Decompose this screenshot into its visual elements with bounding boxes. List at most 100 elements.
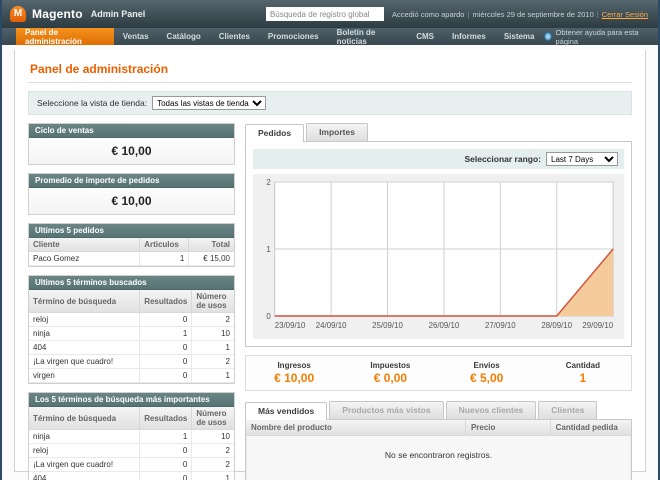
tab-pedidos[interactable]: Pedidos [245, 124, 304, 142]
column-header: Resultados [140, 407, 192, 430]
column-header: Número de usos [192, 407, 234, 430]
table-row[interactable]: virgen01 [29, 369, 234, 383]
magento-logo-icon: M [10, 6, 26, 22]
nav-item-boletin[interactable]: Boletín de noticias [328, 28, 408, 45]
svg-text:28/09/10: 28/09/10 [541, 321, 572, 330]
logo-text: Magento [32, 7, 83, 21]
totals-box: Ingresos € 10,00 Impuestos € 0,00 Envios… [245, 355, 632, 391]
last-search-terms-table: Término de búsqueda Resultados Número de… [29, 290, 234, 383]
svg-text:1: 1 [266, 245, 271, 254]
column-header: Articulos [140, 238, 189, 252]
table-row[interactable]: Paco Gomez 1 € 15,00 [29, 252, 234, 266]
column-header: Número de usos [192, 290, 234, 313]
svg-text:25/09/10: 25/09/10 [372, 321, 403, 330]
table-row[interactable]: ninja110 [29, 430, 234, 444]
last-orders-title: Ultimos 5 pedidos [29, 224, 234, 238]
table-row[interactable]: reloj02 [29, 444, 234, 458]
empty-records-message: No se encontraron registros. [246, 436, 631, 480]
global-search-input[interactable] [266, 7, 384, 21]
svg-text:2: 2 [266, 178, 271, 187]
help-label: Obtener ayuda para esta página [556, 28, 648, 46]
dashboard-left-column: Ciclo de ventas € 10,00 Promedio de impo… [28, 123, 235, 480]
range-select[interactable]: Last 7 Days [546, 152, 618, 166]
column-header: Total [189, 238, 234, 252]
lifetime-sales-box: Ciclo de ventas € 10,00 [28, 123, 235, 165]
bottom-tabs: Más vendidos Productos más vistos Nuevos… [245, 401, 632, 419]
svg-text:0: 0 [266, 312, 271, 321]
last-search-terms-title: Ultimos 5 términos buscados [29, 276, 234, 290]
tab-mas-vendidos[interactable]: Más vendidos [245, 402, 327, 420]
magento-admin-window: M Magento Admin Panel Accedió como apard… [0, 0, 660, 480]
tab-productos-mas-vistos[interactable]: Productos más vistos [329, 401, 443, 419]
svg-text:24/09/10: 24/09/10 [316, 321, 347, 330]
column-header: Resultados [140, 290, 192, 313]
last-orders-box: Ultimos 5 pedidos Cliente Articulos Tota… [28, 223, 235, 267]
column-header: Precio [465, 420, 550, 436]
store-view-label: Seleccione la vista de tienda: [37, 98, 147, 108]
chart-tabs: Pedidos Importes [245, 123, 632, 141]
tab-importes[interactable]: Importes [306, 123, 368, 141]
average-orders-box: Promedio de importe de pedidos € 10,00 [28, 173, 235, 215]
content-area: Panel de administración Seleccione la vi… [14, 50, 646, 472]
bestsellers-table: Nombre del producto Precio Cantidad pedi… [246, 420, 631, 436]
total-impuestos: Impuestos € 0,00 [342, 361, 438, 385]
svg-text:23/09/10: 23/09/10 [275, 321, 306, 330]
cell-items: 1 [140, 252, 189, 266]
nav-item-cms[interactable]: CMS [407, 28, 443, 45]
orders-area-chart: 0 1 2 23/09/10 24/09/10 25/09/10 26/09/10 27/09… [255, 176, 622, 332]
column-header: Cliente [29, 238, 140, 252]
top-header: M Magento Admin Panel Accedió como apard… [2, 0, 658, 28]
lifetime-sales-value: € 10,00 [29, 138, 234, 164]
table-row[interactable]: ¡La virgen que cuadro!02 [29, 355, 234, 369]
average-orders-title: Promedio de importe de pedidos [29, 174, 234, 188]
nav-item-clientes[interactable]: Clientes [210, 28, 259, 45]
main-nav: Panel de administración Ventas Catálogo … [2, 28, 658, 45]
nav-item-promociones[interactable]: Promociones [259, 28, 328, 45]
store-view-select[interactable]: Todas las vistas de tienda [152, 96, 266, 110]
nav-item-sistema[interactable]: Sistema [495, 28, 544, 45]
table-row[interactable]: ninja110 [29, 327, 234, 341]
nav-item-catalogo[interactable]: Catálogo [158, 28, 210, 45]
help-globe-icon [544, 32, 552, 41]
nav-item-ventas[interactable]: Ventas [114, 28, 158, 45]
orders-chart: 0 1 2 23/09/10 24/09/10 25/09/10 26/09/10 27/09… [253, 174, 624, 339]
magento-logo: M Magento Admin Panel [10, 6, 145, 22]
nav-item-informes[interactable]: Informes [443, 28, 495, 45]
dashboard-right-column: Pedidos Importes Seleccionar rango: Last… [245, 123, 632, 480]
logout-link[interactable]: Cerrar Sesión [602, 10, 648, 19]
range-bar: Seleccionar rango: Last 7 Days [253, 149, 624, 169]
table-row[interactable]: 40401 [29, 341, 234, 355]
tab-nuevos-clientes[interactable]: Nuevos clientes [446, 401, 537, 419]
total-cantidad: Cantidad 1 [535, 361, 631, 385]
top-search-terms-title: Los 5 términos de búsqueda más important… [29, 393, 234, 407]
top-search-terms-table: Término de búsqueda Resultados Número de… [29, 407, 234, 480]
cell-customer: Paco Gomez [29, 252, 140, 266]
average-orders-value: € 10,00 [29, 188, 234, 214]
lifetime-sales-title: Ciclo de ventas [29, 124, 234, 138]
chart-panel: Seleccionar rango: Last 7 Days 0 1 2 23/09/… [245, 141, 632, 347]
cell-total: € 15,00 [189, 252, 234, 266]
last-orders-table: Cliente Articulos Total Paco Gomez 1 € 1… [29, 238, 234, 266]
table-row[interactable]: ¡La virgen que cuadro!02 [29, 458, 234, 472]
current-date: miércoles 29 de septiembre de 2010 [472, 10, 593, 19]
table-row[interactable]: reloj02 [29, 313, 234, 327]
svg-text:27/09/10: 27/09/10 [485, 321, 516, 330]
column-header: Nombre del producto [246, 420, 465, 436]
svg-text:29/09/10: 29/09/10 [582, 321, 613, 330]
total-envios: Envios € 5,00 [439, 361, 535, 385]
page-title: Panel de administración [28, 58, 632, 83]
logged-in-as: Accedió como apardo [392, 10, 465, 19]
table-row[interactable]: 40401 [29, 472, 234, 480]
logo-subtitle: Admin Panel [91, 9, 146, 19]
nav-item-dashboard[interactable]: Panel de administración [16, 28, 114, 45]
session-info: Accedió como apardo|miércoles 29 de sept… [392, 10, 648, 19]
last-search-terms-box: Ultimos 5 términos buscados Término de b… [28, 275, 235, 384]
range-label: Seleccionar rango: [464, 154, 541, 164]
tab-clientes[interactable]: Clientes [538, 401, 597, 419]
column-header: Cantidad pedida [550, 420, 631, 436]
column-header: Término de búsqueda [29, 407, 140, 430]
svg-text:26/09/10: 26/09/10 [429, 321, 460, 330]
help-link[interactable]: Obtener ayuda para esta página [544, 28, 659, 45]
top-search-terms-box: Los 5 términos de búsqueda más important… [28, 392, 235, 480]
total-ingresos: Ingresos € 10,00 [246, 361, 342, 385]
